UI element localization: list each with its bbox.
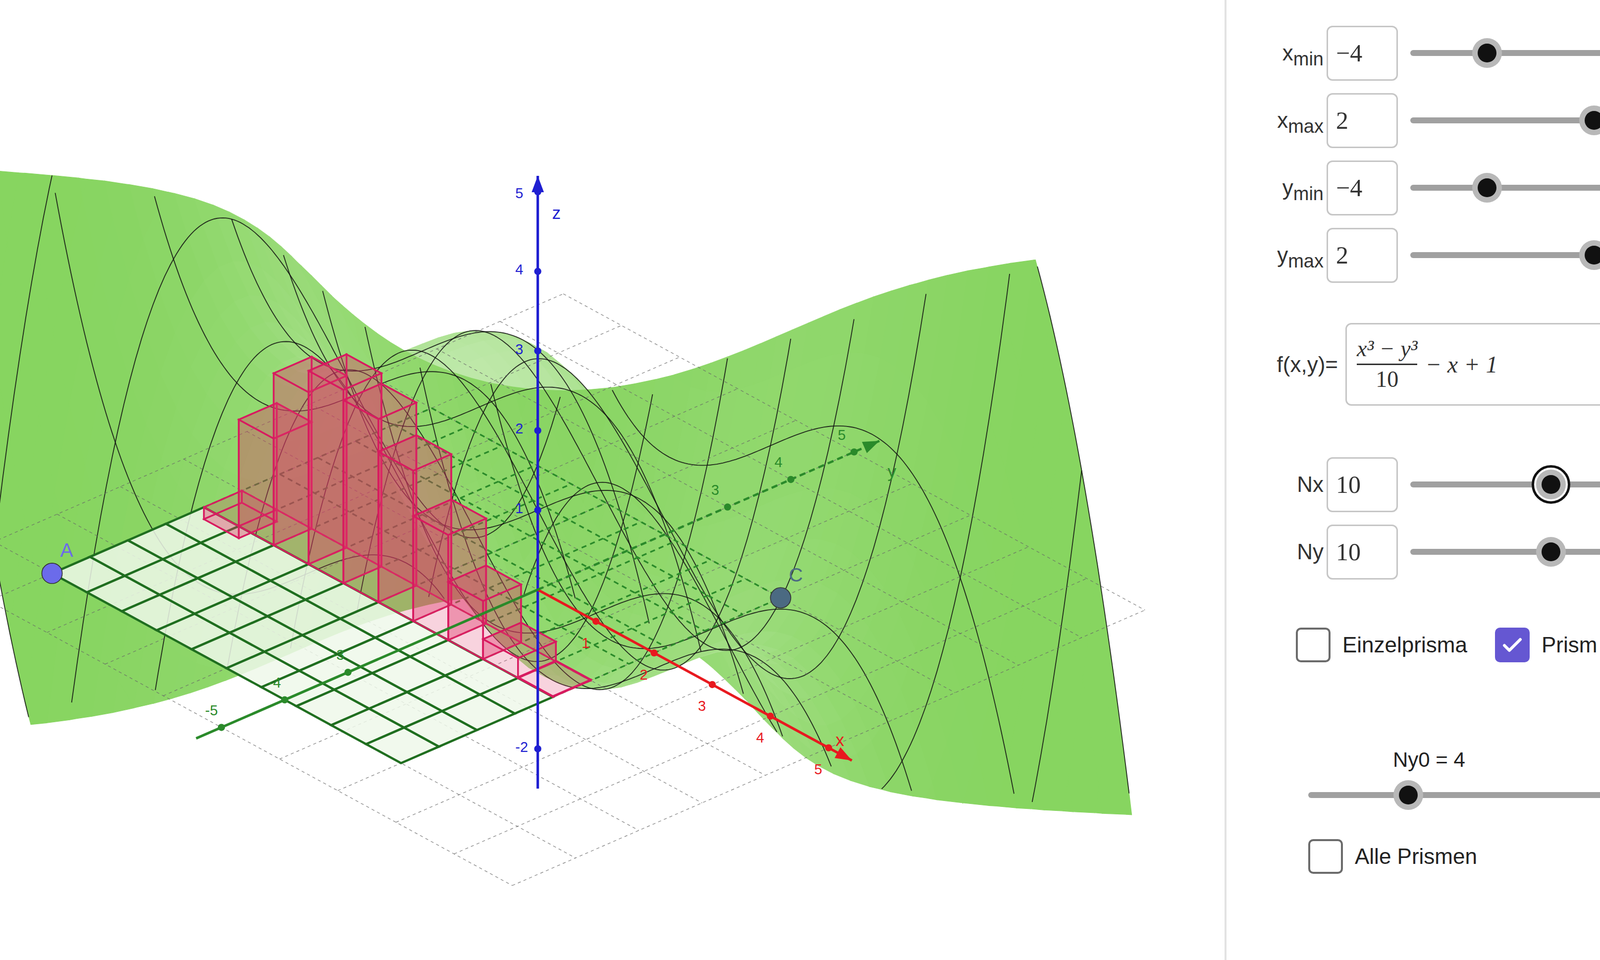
- graphics-3d-view[interactable]: 1 2 3 4 5 -5 -4 -3 3 4 5 5 4 3 2 1 -2 x y z A C: [0, 0, 1225, 960]
- function-label: f(x,y)=: [1226, 348, 1342, 381]
- z-tick-label: 1: [515, 500, 524, 517]
- slider-row: xmax2: [1226, 86, 1600, 155]
- checkbox[interactable]: [1308, 839, 1343, 874]
- prisms: [204, 354, 591, 697]
- checkbox-label: Einzelprisma: [1342, 628, 1468, 662]
- slider-track: [1410, 252, 1600, 259]
- slider-row: Nx10: [1226, 450, 1600, 519]
- checkbox-item[interactable]: Einzelprisma: [1295, 627, 1468, 663]
- z-tick-label: 4: [515, 261, 524, 278]
- checkbox-label: Prism: [1541, 628, 1598, 662]
- y-tick-label: 5: [837, 426, 846, 443]
- slider-knob[interactable]: [1579, 105, 1600, 136]
- slider[interactable]: [1410, 100, 1600, 141]
- x-tick-label: 5: [814, 761, 823, 778]
- geogebra-app: 12345-5-4-334554321-2xyzACxmin−4xmax2ymi…: [0, 0, 1600, 960]
- slider-label: ymax: [1226, 238, 1327, 272]
- z-tick-label: 3: [515, 341, 524, 358]
- slider-row: xmin−4: [1226, 19, 1600, 87]
- slider-label: ymin: [1226, 171, 1327, 205]
- y-tick-label: 3: [711, 481, 720, 498]
- x-tick-label: 3: [697, 697, 706, 714]
- slider-track: [1410, 184, 1600, 191]
- point[interactable]: C: [770, 564, 803, 609]
- x-tick-label: 1: [581, 635, 590, 651]
- value-input[interactable]: 2: [1326, 227, 1398, 283]
- slider[interactable]: [1410, 167, 1600, 208]
- z-tick-label: 5: [515, 185, 524, 202]
- slider[interactable]: [1410, 235, 1600, 275]
- value-input[interactable]: 2: [1326, 93, 1398, 149]
- function-rest: − x + 1: [1425, 346, 1498, 383]
- value-input[interactable]: −4: [1326, 25, 1398, 81]
- slider-knob[interactable]: [1536, 469, 1566, 500]
- function-row: f(x,y)=x³ − y³10− x + 1: [1226, 322, 1600, 406]
- slider[interactable]: [1410, 33, 1600, 73]
- checkbox[interactable]: [1295, 627, 1331, 663]
- slider-label: xmax: [1226, 104, 1327, 137]
- slider-track: [1410, 548, 1600, 555]
- slider-knob[interactable]: [1472, 172, 1502, 203]
- slider-knob[interactable]: [1536, 536, 1566, 567]
- value-input[interactable]: −4: [1326, 160, 1398, 216]
- surface: [0, 167, 1132, 815]
- value-input[interactable]: 10: [1326, 524, 1398, 580]
- slider-track: [1410, 481, 1600, 488]
- y-tick-label: 4: [774, 454, 783, 471]
- slider-row: ymin−4: [1226, 154, 1600, 222]
- value-input[interactable]: 10: [1326, 457, 1398, 513]
- y-arrow-icon: [861, 440, 880, 454]
- slider[interactable]: [1410, 464, 1600, 505]
- base-grid: [52, 408, 781, 764]
- slider-knob[interactable]: [1393, 780, 1424, 810]
- checkbox-item[interactable]: Prism: [1494, 627, 1598, 663]
- row-slider-label: Ny0 = 4: [1226, 744, 1600, 776]
- slider-label: Ny: [1226, 535, 1327, 569]
- svg-text:C: C: [788, 564, 803, 586]
- point[interactable]: A: [41, 539, 74, 584]
- function-input[interactable]: x³ − y³10− x + 1: [1345, 322, 1600, 406]
- check-icon: [1500, 633, 1525, 657]
- slider-label: Nx: [1226, 468, 1327, 501]
- z-tick-label: -2: [515, 739, 529, 755]
- fraction: x³ − y³10: [1356, 336, 1418, 392]
- slider[interactable]: [1410, 532, 1600, 572]
- z-axis-label: z: [551, 203, 561, 223]
- floor-grid-dashed: [0, 293, 1145, 886]
- checkbox-label: Alle Prismen: [1354, 840, 1478, 873]
- y-tick-label: -3: [331, 647, 345, 664]
- y-tick-label: -4: [268, 674, 282, 691]
- slider-knob[interactable]: [1472, 38, 1502, 68]
- slider-track: [1308, 792, 1600, 799]
- axes: 1 2 3 4 5 -5 -4 -3 3 4 5 5 4 3 2 1 -2 x y z: [196, 175, 897, 789]
- surface-mesh: [0, 174, 1129, 802]
- prism-options: Einzelprisma Prism: [1226, 620, 1600, 670]
- slider-label: xmin: [1226, 36, 1327, 70]
- prism: [518, 660, 591, 697]
- x-axis-label: x: [835, 730, 845, 750]
- slider-row: Ny10: [1226, 518, 1600, 586]
- y-axis-label: y: [887, 461, 897, 481]
- slider-track: [1410, 50, 1600, 56]
- x-tick-label: 2: [640, 666, 648, 683]
- checkbox-item[interactable]: Alle Prismen: [1308, 839, 1478, 874]
- algebra-panel: xmin−4xmax2ymin−4ymax2f(x,y)=x³ − y³10− …: [1226, 0, 1600, 960]
- slider[interactable]: [1308, 775, 1600, 815]
- slider-row: ymax2: [1226, 221, 1600, 289]
- svg-text:A: A: [60, 539, 74, 561]
- checkbox[interactable]: [1494, 627, 1530, 663]
- z-tick-label: 2: [515, 420, 524, 437]
- x-tick-label: 4: [755, 729, 764, 746]
- slider-track: [1410, 117, 1600, 124]
- y-tick-label: -5: [205, 702, 218, 719]
- slider-knob[interactable]: [1579, 240, 1600, 270]
